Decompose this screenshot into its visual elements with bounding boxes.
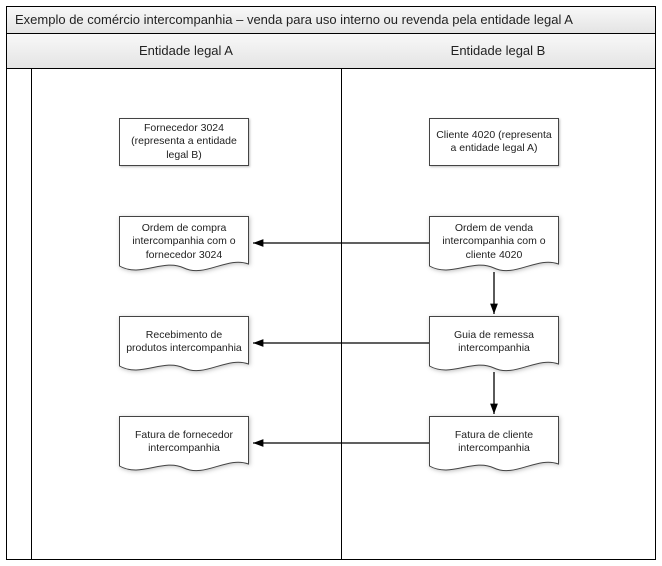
lane-header-a: Entidade legal A bbox=[31, 34, 342, 69]
node-label: Ordem de compra intercompanhia com o for… bbox=[125, 220, 243, 264]
lane-header-b: Entidade legal B bbox=[341, 34, 655, 69]
node-label: Fatura de cliente intercompanhia bbox=[435, 420, 553, 464]
node-product-receipt: Recebimento de produtos intercompanhia bbox=[119, 316, 249, 374]
node-label: Fatura de fornecedor intercompanhia bbox=[125, 420, 243, 464]
node-label: Recebimento de produtos intercompanhia bbox=[125, 320, 243, 364]
node-label: Guia de remessa intercompanhia bbox=[435, 320, 553, 364]
node-customer-4020: Cliente 4020 (representa a entidade lega… bbox=[429, 118, 559, 166]
swimlane-stub bbox=[7, 34, 32, 559]
node-customer-invoice: Fatura de cliente intercompanhia bbox=[429, 416, 559, 474]
node-vendor-invoice: Fatura de fornecedor intercompanhia bbox=[119, 416, 249, 474]
node-intercompany-po: Ordem de compra intercompanhia com o for… bbox=[119, 216, 249, 274]
node-label: Cliente 4020 (representa a entidade lega… bbox=[436, 129, 552, 155]
diagram-canvas: Fornecedor 3024 (representa a entidade l… bbox=[31, 68, 655, 559]
node-supplier-3024: Fornecedor 3024 (representa a entidade l… bbox=[119, 118, 249, 166]
node-label: Fornecedor 3024 (representa a entidade l… bbox=[126, 122, 242, 161]
node-intercompany-so: Ordem de venda intercompanhia com o clie… bbox=[429, 216, 559, 274]
node-packing-slip: Guia de remessa intercompanhia bbox=[429, 316, 559, 374]
node-label: Ordem de venda intercompanhia com o clie… bbox=[435, 220, 553, 264]
diagram-title: Exemplo de comércio intercompanhia – ven… bbox=[7, 7, 655, 34]
